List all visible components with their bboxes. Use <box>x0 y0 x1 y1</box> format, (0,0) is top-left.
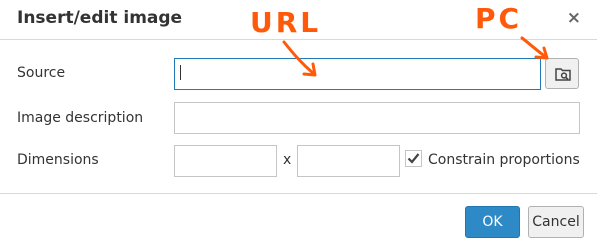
width-input[interactable] <box>174 145 277 177</box>
dimension-separator: x <box>283 152 292 168</box>
image-description-label: Image description <box>17 110 144 126</box>
browse-folder-icon <box>555 68 571 81</box>
close-icon[interactable]: × <box>567 8 581 28</box>
height-input[interactable] <box>297 145 400 177</box>
annotation-pc: PC <box>475 2 523 35</box>
browse-button[interactable] <box>545 58 579 89</box>
constrain-proportions-checkbox[interactable] <box>405 150 422 167</box>
header-divider <box>0 39 597 40</box>
source-label: Source <box>17 65 66 81</box>
dialog-title: Insert/edit image <box>17 8 183 28</box>
arrow-to-browse-button <box>520 36 548 59</box>
footer-divider <box>0 193 597 194</box>
image-description-input[interactable] <box>174 102 580 134</box>
cancel-button[interactable]: Cancel <box>528 206 584 238</box>
constrain-proportions-label[interactable]: Constrain proportions <box>428 152 580 168</box>
checkmark-icon <box>407 153 420 164</box>
dimensions-label: Dimensions <box>17 152 99 168</box>
insert-image-dialog: Insert/edit image × Source Image descrip… <box>0 0 597 250</box>
source-url-input[interactable] <box>174 58 541 90</box>
text-cursor <box>180 65 181 80</box>
ok-button[interactable]: OK <box>465 206 520 238</box>
annotation-url: URL <box>250 6 322 39</box>
arrow-to-browse-button-head <box>534 46 549 60</box>
